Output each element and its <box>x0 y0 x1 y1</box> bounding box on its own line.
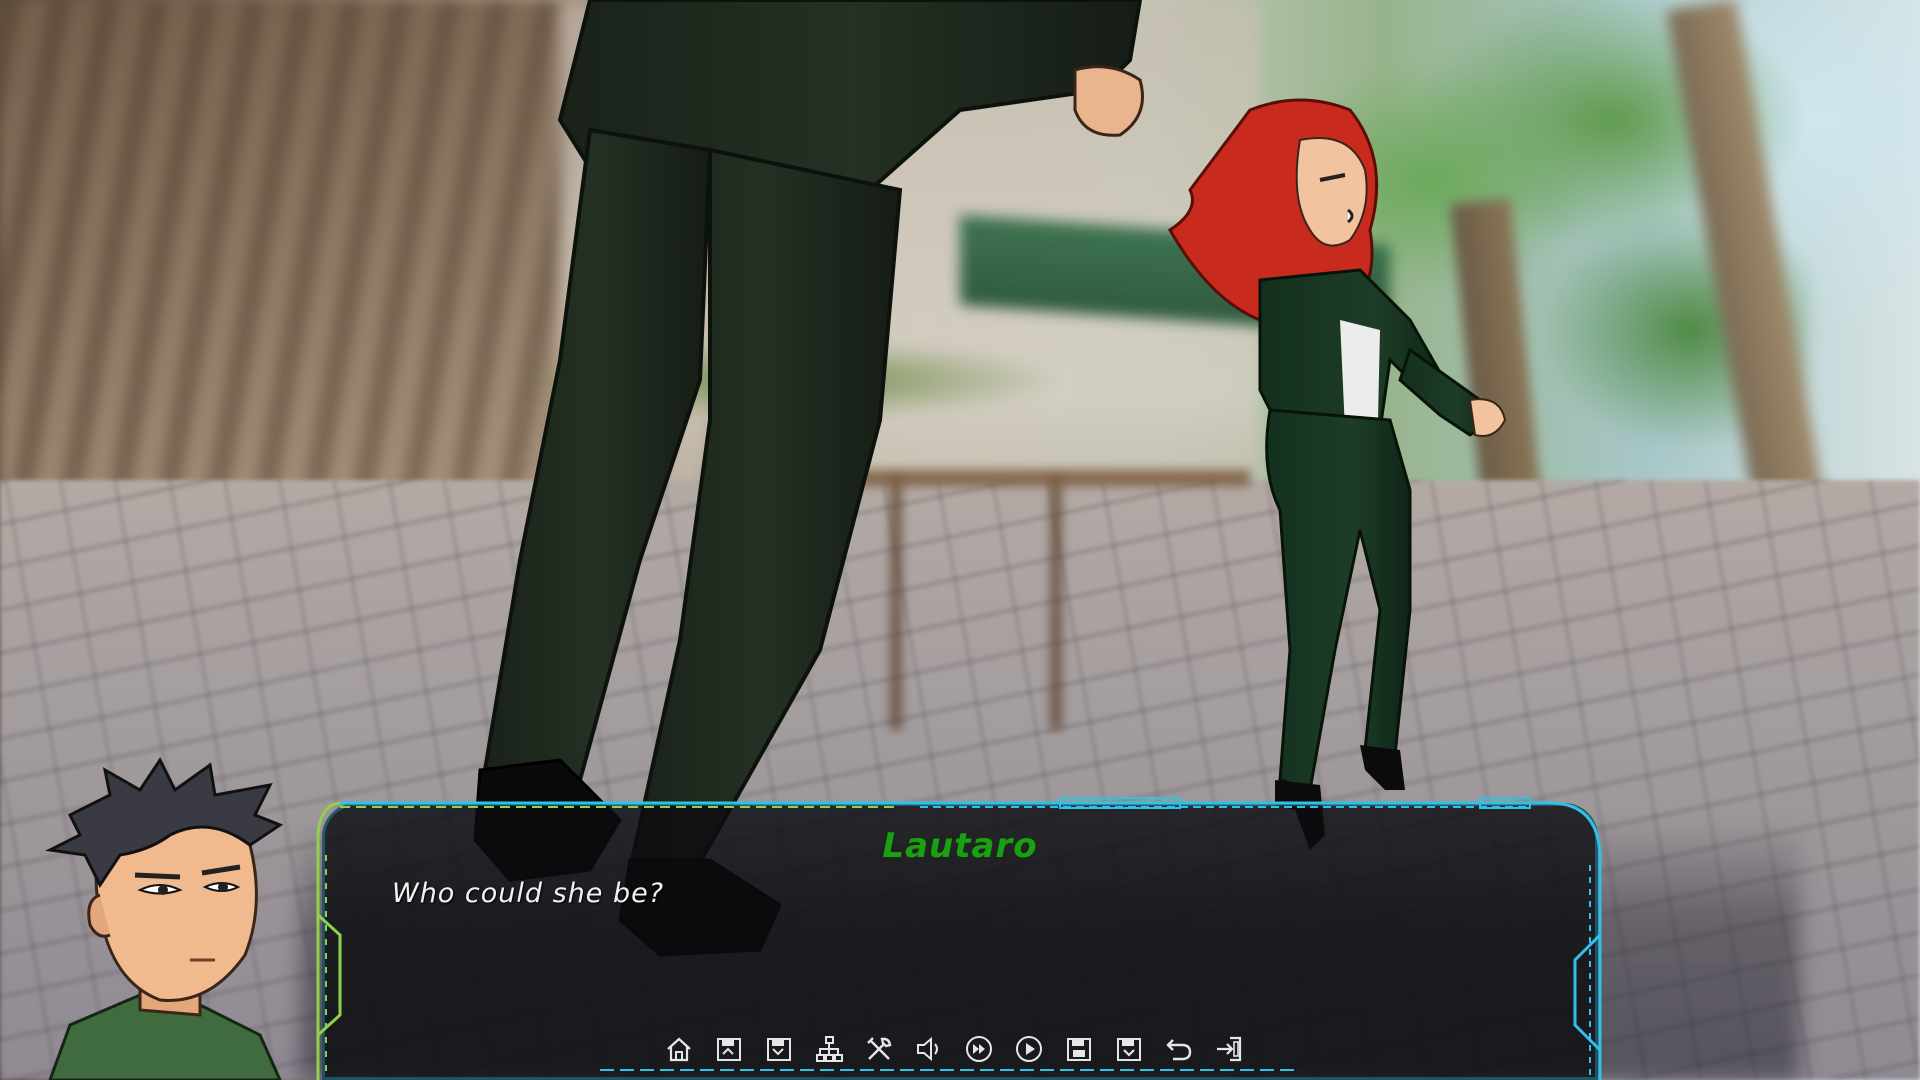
skip-icon <box>966 1036 992 1062</box>
quick-load-icon <box>1117 1038 1141 1061</box>
branch-icon <box>816 1036 843 1062</box>
load-icon <box>767 1038 791 1061</box>
lautaro-portrait <box>45 757 284 1080</box>
load-button[interactable] <box>764 1034 794 1064</box>
red-haired-woman-sprite <box>1168 98 1507 850</box>
history-button[interactable] <box>814 1034 844 1064</box>
home-button[interactable] <box>664 1034 694 1064</box>
save-button[interactable] <box>714 1034 744 1064</box>
save-icon <box>717 1038 741 1061</box>
rollback-icon <box>1166 1039 1192 1061</box>
rollback-button[interactable] <box>1164 1034 1194 1064</box>
preferences-button[interactable] <box>864 1034 894 1064</box>
skip-button[interactable] <box>964 1034 994 1064</box>
auto-play-icon <box>1016 1036 1042 1062</box>
game-scene[interactable]: Lautaro Who could she be? <box>0 0 1920 1080</box>
quick-save-button[interactable] <box>1064 1034 1094 1064</box>
home-icon <box>667 1037 691 1062</box>
quick-save-icon <box>1067 1038 1091 1061</box>
speaker-name: Lautaro <box>882 826 1038 866</box>
quick-load-button[interactable] <box>1114 1034 1144 1064</box>
auto-button[interactable] <box>1014 1034 1044 1064</box>
quick-menu <box>664 1028 1244 1070</box>
settings-tools-icon <box>867 1037 892 1060</box>
volume-icon <box>917 1036 938 1062</box>
volume-button[interactable] <box>914 1034 944 1064</box>
exit-button[interactable] <box>1214 1034 1244 1064</box>
exit-icon <box>1217 1036 1242 1062</box>
dialogue-text: Who could she be? <box>392 878 665 909</box>
